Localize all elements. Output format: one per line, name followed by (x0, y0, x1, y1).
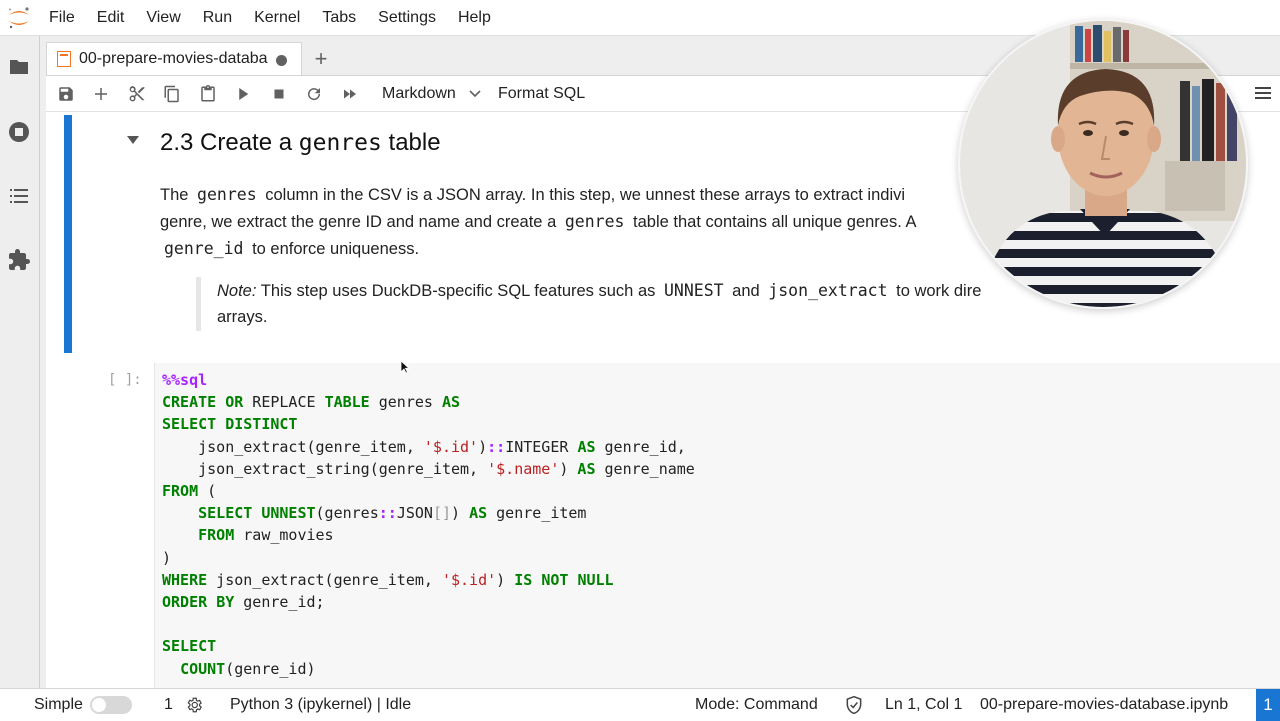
terminals-count[interactable]: 1 (164, 696, 173, 714)
code-cell[interactable]: [ ]: %%sql CREATE OR REPLACE TABLE genres… (46, 363, 1280, 689)
menu-file[interactable]: File (49, 9, 75, 27)
inline-code: UNNEST (663, 281, 724, 300)
stop-icon[interactable] (267, 82, 291, 106)
heading-code: genres (298, 130, 382, 156)
menu-edit[interactable]: Edit (97, 9, 125, 27)
copy-icon[interactable] (160, 82, 184, 106)
unsaved-dot-icon[interactable] (276, 55, 287, 66)
run-icon[interactable] (231, 82, 255, 106)
notebook-mode: Mode: Command (695, 696, 818, 713)
shield-check-icon[interactable] (844, 695, 864, 715)
collapse-arrow-icon[interactable] (126, 135, 140, 145)
menu-help[interactable]: Help (458, 9, 491, 27)
menu-run[interactable]: Run (203, 9, 232, 27)
cut-icon[interactable] (125, 82, 149, 106)
inline-code: json_extract (768, 281, 888, 300)
code-line[interactable]: SELECT DISTINCT (162, 413, 695, 435)
notification-badge[interactable]: 1 (1256, 689, 1280, 721)
jupyter-logo-icon (9, 7, 29, 29)
format-sql-button[interactable]: Format SQL (498, 82, 585, 106)
code-editor[interactable]: %%sql CREATE OR REPLACE TABLE genres AS SE… (154, 363, 1280, 689)
code-line[interactable]: json_extract_string(genre_item, '$.name'… (162, 458, 695, 480)
section-heading: 2.3 Create a genres table (160, 129, 441, 156)
inline-code: genre_id (164, 239, 244, 258)
stop-circle-icon[interactable] (7, 120, 31, 144)
status-bar: Simple 1 Python 3 (ipykernel) | Idle Mod… (0, 688, 1280, 721)
code-line[interactable]: %%sql (162, 369, 695, 391)
code-line[interactable]: CREATE OR REPLACE TABLE genres AS (162, 391, 695, 413)
folder-icon[interactable] (7, 55, 31, 79)
menu-settings[interactable]: Settings (378, 9, 436, 27)
tab-title: 00-prepare-movies-databa (79, 50, 268, 67)
puzzle-icon[interactable] (7, 248, 31, 272)
kernel-gear-icon[interactable] (185, 696, 203, 714)
cell-type-dropdown[interactable]: Markdown (382, 82, 482, 106)
cell-type-label: Markdown (382, 85, 456, 102)
execution-prompt: [ ]: (108, 372, 142, 388)
code-line[interactable]: WHERE json_extract(genre_item, '$.id') I… (162, 569, 695, 591)
menu-kernel[interactable]: Kernel (254, 9, 300, 27)
code-line[interactable]: ) (162, 547, 695, 569)
menu-tabs[interactable]: Tabs (322, 9, 356, 27)
presenter-video-image (960, 21, 1246, 307)
note-label: Note: (217, 282, 257, 300)
code-line[interactable]: COUNT(genre_id) (162, 658, 695, 680)
menu-icon[interactable] (1254, 84, 1272, 102)
code-line[interactable]: FROM ( (162, 480, 695, 502)
code-line[interactable]: json_extract(genre_item, '$.id')::INTEGE… (162, 436, 695, 458)
webcam-overlay (958, 19, 1248, 309)
file-name: 00-prepare-movies-database.ipynb (980, 696, 1229, 713)
restart-icon[interactable] (302, 82, 326, 106)
new-tab-button[interactable]: + (306, 42, 336, 75)
code-line[interactable]: FROM raw_movies (162, 524, 695, 546)
code-line[interactable]: SELECT UNNEST(genres::JSON[]) AS genre_i… (162, 502, 695, 524)
inline-code: genres (564, 212, 625, 231)
save-icon[interactable] (54, 82, 78, 106)
add-cell-icon[interactable] (89, 82, 113, 106)
mouse-cursor-icon (400, 360, 410, 374)
list-icon[interactable] (7, 184, 31, 208)
inline-code: genres (197, 185, 257, 204)
code-line[interactable]: ​ (162, 613, 695, 635)
simple-mode-toggle[interactable] (90, 696, 132, 714)
toggle-knob (92, 698, 106, 712)
kernel-status[interactable]: Python 3 (ipykernel) | Idle (230, 696, 411, 714)
left-activity-bar (0, 36, 40, 688)
code-line[interactable]: SELECT (162, 635, 695, 657)
code-text[interactable]: %%sql CREATE OR REPLACE TABLE genres AS SE… (162, 369, 695, 680)
fast-forward-icon[interactable] (338, 82, 362, 106)
menu-view[interactable]: View (146, 9, 180, 27)
tab-bar: 00-prepare-movies-databa + (46, 42, 336, 75)
cursor-position[interactable]: Ln 1, Col 1 (885, 696, 962, 714)
chevron-down-icon (469, 90, 481, 98)
notebook-icon (57, 51, 71, 67)
paste-icon[interactable] (196, 82, 220, 106)
active-cell-indicator (64, 115, 72, 353)
code-line[interactable]: ORDER BY genre_id; (162, 591, 695, 613)
simple-mode-label: Simple (34, 696, 83, 713)
tab-notebook[interactable]: 00-prepare-movies-databa (46, 42, 302, 75)
